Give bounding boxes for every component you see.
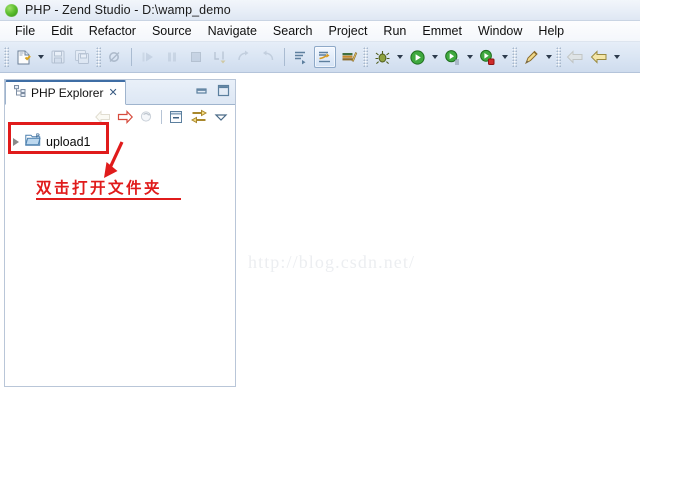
forward-navigate-dropdown-icon[interactable] [611,46,622,68]
svg-text:P: P [36,133,40,139]
php-explorer-toolbar [5,105,235,128]
tab-php-explorer-label: PHP Explorer [31,86,104,100]
toggle-breakpoint-icon[interactable] [104,46,126,68]
step-into-icon[interactable] [209,46,231,68]
toolbar-grip-2[interactable] [96,47,101,67]
php-project-folder-icon: P [25,132,42,152]
step-return-icon[interactable] [257,46,279,68]
debug-dropdown-icon[interactable] [394,46,405,68]
watermark-text: http://blog.csdn.net/ [248,252,416,272]
menu-item-refactor[interactable]: Refactor [81,22,144,41]
run-as-server-dropdown-icon[interactable] [464,46,475,68]
tab-php-explorer[interactable]: PHP Explorer ✕ [5,80,126,105]
terminate-icon[interactable] [185,46,207,68]
external-tools-dropdown-icon[interactable] [543,46,554,68]
menu-item-edit[interactable]: Edit [43,22,81,41]
external-tools-icon[interactable] [520,46,542,68]
profile-dropdown-icon[interactable] [499,46,510,68]
link-with-editor-icon[interactable] [188,107,209,127]
tree-item-label: upload1 [46,134,91,149]
refresh-icon[interactable] [136,107,157,127]
forward-navigate-icon[interactable] [588,46,610,68]
php-explorer-tab-row: PHP Explorer ✕ [5,80,235,105]
view-menu-chevron-icon[interactable] [210,107,231,127]
php-explorer-tree-icon [14,84,26,102]
run-play-icon[interactable] [406,46,428,68]
toolbar-grip[interactable] [4,47,9,67]
back-arrow-icon[interactable] [92,107,113,127]
debug-bug-icon[interactable] [371,46,393,68]
run-dropdown-icon[interactable] [429,46,440,68]
menu-item-navigate[interactable]: Navigate [200,22,265,41]
menu-item-project[interactable]: Project [321,22,376,41]
toolbar-grip-4[interactable] [512,47,517,67]
open-resource-icon[interactable] [338,46,360,68]
main-toolbar [0,42,640,73]
minimize-icon[interactable] [195,84,208,102]
back-navigate-icon[interactable] [564,46,586,68]
menu-item-help[interactable]: Help [530,22,572,41]
open-php-type-icon[interactable] [314,46,336,68]
profile-icon[interactable] [476,46,498,68]
save-all-icon[interactable] [71,46,93,68]
menu-item-file[interactable]: File [7,22,43,41]
menu-item-window[interactable]: Window [470,22,530,41]
menu-item-run[interactable]: Run [375,22,414,41]
toolbar-separator-2 [284,48,285,66]
zend-green-orb-icon [5,3,18,17]
new-file-dropdown-icon[interactable] [35,46,46,68]
annotation-note-text: 双击打开文件夹 [36,180,163,197]
close-icon[interactable]: ✕ [108,87,117,99]
php-explorer-view: PHP Explorer ✕ P upload1 [4,79,236,387]
menu-item-search[interactable]: Search [265,22,321,41]
view-toolbar-separator [161,109,162,124]
save-icon[interactable] [47,46,69,68]
resume-icon[interactable] [137,46,159,68]
suspend-icon[interactable] [161,46,183,68]
maximize-icon[interactable] [217,84,230,102]
menu-item-emmet[interactable]: Emmet [414,22,470,41]
toolbar-grip-3[interactable] [363,47,368,67]
zend-studio-window: PHP - Zend Studio - D:\wamp_demo File Ed… [0,0,692,503]
toolbar-grip-5[interactable] [556,47,561,67]
menu-item-source[interactable]: Source [144,22,200,41]
forward-arrow-icon[interactable] [114,107,135,127]
collapsed-triangle-icon[interactable] [13,137,19,146]
view-window-buttons [195,84,230,102]
menu-bar: File Edit Refactor Source Navigate Searc… [0,21,640,42]
title-bar: PHP - Zend Studio - D:\wamp_demo [0,0,640,21]
new-file-icon[interactable] [12,46,34,68]
run-as-server-icon[interactable] [441,46,463,68]
open-task-icon[interactable] [290,46,312,68]
window-title: PHP - Zend Studio - D:\wamp_demo [25,3,231,17]
step-over-icon[interactable] [233,46,255,68]
annotation-note-underline [36,198,181,200]
toolbar-separator-1 [131,48,132,66]
editor-area[interactable]: http://blog.csdn.net/ [238,79,640,387]
collapse-all-icon[interactable] [166,107,187,127]
